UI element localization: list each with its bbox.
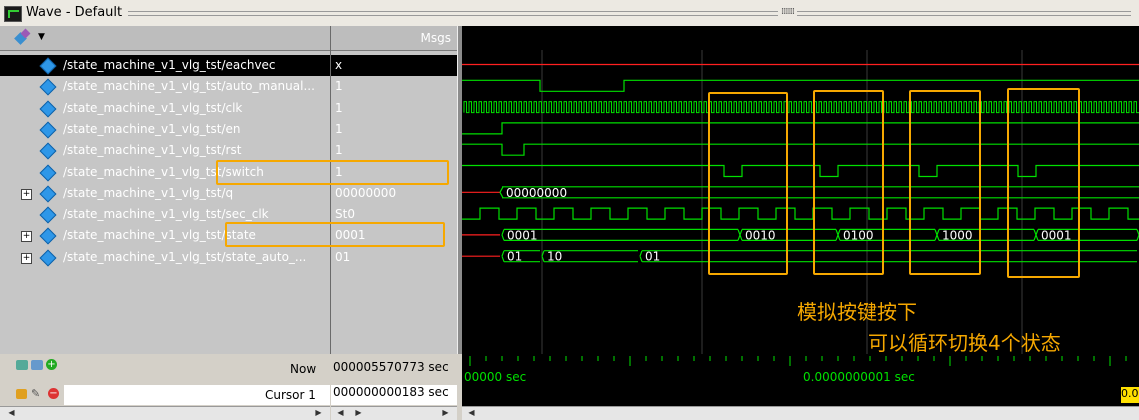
signal-value-row[interactable]: 1 [331, 140, 457, 161]
signal-value: 1 [335, 100, 343, 115]
window-titlebar: Wave - Default ⁞⁞⁞⁞⁞⁞⁞ [0, 0, 1139, 27]
signal-name: /state_machine_v1_vlg_tst/sec_clk [63, 207, 269, 222]
signal-value-row[interactable]: 01 [331, 247, 457, 268]
signal-row[interactable]: /state_machine_v1_vlg_tst/eachvec [0, 55, 330, 76]
name-pane-header: ▼ [0, 26, 330, 51]
timeline-start-label: 00000 sec [464, 370, 527, 384]
highlight-box-press-4 [1007, 88, 1080, 278]
layout-icon[interactable] [31, 360, 43, 370]
signal-name: /state_machine_v1_vlg_tst/en [63, 121, 241, 136]
signal-row[interactable]: /state_machine_v1_vlg_tst/en [0, 119, 330, 140]
expand-plus-icon[interactable]: + [21, 231, 32, 243]
cursor-bar[interactable]: 0.0 [462, 384, 1139, 406]
signal-diamond-icon [39, 164, 57, 181]
signal-row[interactable]: /state_machine_v1_vlg_tst/auto_manual... [0, 76, 330, 97]
chevron-down-icon[interactable]: ▼ [38, 32, 45, 42]
signal-name: /state_machine_v1_vlg_tst/state_auto_... [63, 249, 307, 264]
signal-value: 1 [335, 79, 343, 94]
ruler-ticks [469, 356, 1127, 366]
signal-value: 1 [335, 143, 343, 158]
wave-scrollbar[interactable]: ◀ [462, 406, 1139, 420]
scroll-left-icon[interactable]: ◀ [6, 408, 17, 418]
signal-value-row[interactable]: x [331, 55, 457, 76]
signal-diamond-icon [39, 142, 57, 160]
signal-diamond-icon [39, 121, 57, 139]
signal-value: St0 [335, 207, 355, 222]
title-rule [128, 11, 1131, 16]
signal-value-row[interactable]: 00000000 [331, 183, 457, 204]
wave-window-icon [4, 6, 22, 22]
signal-row[interactable]: /state_machine_v1_vlg_tst/rst [0, 140, 330, 161]
scroll-left-icon[interactable]: ◀ [466, 408, 477, 418]
signal-row[interactable]: /state_machine_v1_vlg_tst/clk [0, 98, 330, 119]
lock-icon[interactable] [16, 389, 27, 399]
highlight-box-press-3 [909, 90, 981, 275]
signal-name: /state_machine_v1_vlg_tst/auto_manual... [63, 79, 315, 94]
highlight-box-press-1 [708, 92, 788, 275]
delete-cursor-icon[interactable]: − [48, 388, 59, 399]
signal-name: /state_machine_v1_vlg_tst/clk [63, 100, 243, 115]
signal-diamond-icon [39, 185, 57, 203]
add-wave-icon[interactable] [16, 360, 28, 370]
scroll-left-icon[interactable]: ◀ [335, 408, 346, 418]
signal-name: /state_machine_v1_vlg_tst/q [63, 185, 234, 200]
signal-toolbar-icon[interactable] [14, 28, 32, 45]
wrench-icon[interactable]: ✎ [31, 387, 43, 400]
highlight-box-press-2 [813, 90, 884, 275]
signal-diamond-icon [39, 78, 57, 96]
name-pane-scrollbar[interactable]: ◀ ▶ [0, 406, 330, 420]
signal-value-row[interactable]: 1 [331, 76, 457, 97]
signal-value-row[interactable]: 1 [331, 119, 457, 140]
signal-value: 1 [335, 121, 343, 136]
window-title: Wave - Default [26, 5, 123, 20]
signal-value-row[interactable]: 1 [331, 98, 457, 119]
signal-diamond-icon [39, 249, 57, 267]
annotation-line1: 模拟按键按下 [797, 300, 917, 324]
signal-name: /state_machine_v1_vlg_tst/rst [63, 143, 242, 158]
signal-row[interactable]: + /state_machine_v1_vlg_tst/q [0, 183, 330, 204]
signal-name-pane: ▼ /state_machine_v1_vlg_tst/eachvec/stat… [0, 26, 330, 354]
timeline-mid-label: 0.0000000001 sec [803, 370, 915, 384]
signal-value: 01 [335, 249, 351, 264]
cursor-label: Cursor 1 [265, 388, 316, 402]
value-pane-header: Msgs [331, 26, 457, 51]
add-cursor-icon[interactable]: + [46, 359, 57, 370]
now-value: 000005570773 sec [333, 360, 449, 374]
highlight-box-switch [216, 160, 449, 185]
scroll-right-icon[interactable]: ▶ [313, 408, 324, 418]
scroll-right-icon[interactable]: ▶ [440, 408, 451, 418]
highlight-box-state [225, 222, 445, 247]
signal-diamond-icon [39, 100, 57, 118]
value-pane-scrollbar[interactable]: ◀ ▶ ▶ [331, 406, 457, 420]
signal-value: x [335, 58, 343, 72]
signal-row[interactable]: + /state_machine_v1_vlg_tst/state_auto_..… [0, 247, 330, 268]
annotation-line2: 可以循环切换4个状态 [868, 331, 1061, 355]
signal-value: 00000000 [335, 185, 397, 200]
bus-label-q: 00000000 [506, 186, 567, 200]
signal-name: /state_machine_v1_vlg_tst/eachvec [63, 58, 276, 72]
expand-plus-icon[interactable]: + [21, 188, 32, 200]
signal-diamond-icon [39, 57, 57, 75]
signal-diamond-icon [39, 227, 57, 245]
signal-diamond-icon [39, 206, 57, 224]
scroll-right-icon[interactable]: ▶ [353, 408, 364, 418]
signal-value-pane: Msgs x 1 1 1 1 1 00000000 St0 0001 01 [331, 26, 457, 354]
cursor-value: 000000000183 sec [331, 385, 457, 405]
cursor-tag[interactable]: 0.0 [1121, 387, 1139, 403]
msgs-column-header: Msgs [420, 31, 451, 45]
expand-plus-icon[interactable]: + [21, 252, 32, 264]
now-label: Now [290, 362, 317, 376]
drag-grip-icon[interactable]: ⁞⁞⁞⁞⁞⁞⁞ [778, 7, 798, 17]
timeline-ruler[interactable]: 00000 sec 0.0000000001 sec [462, 354, 1139, 384]
